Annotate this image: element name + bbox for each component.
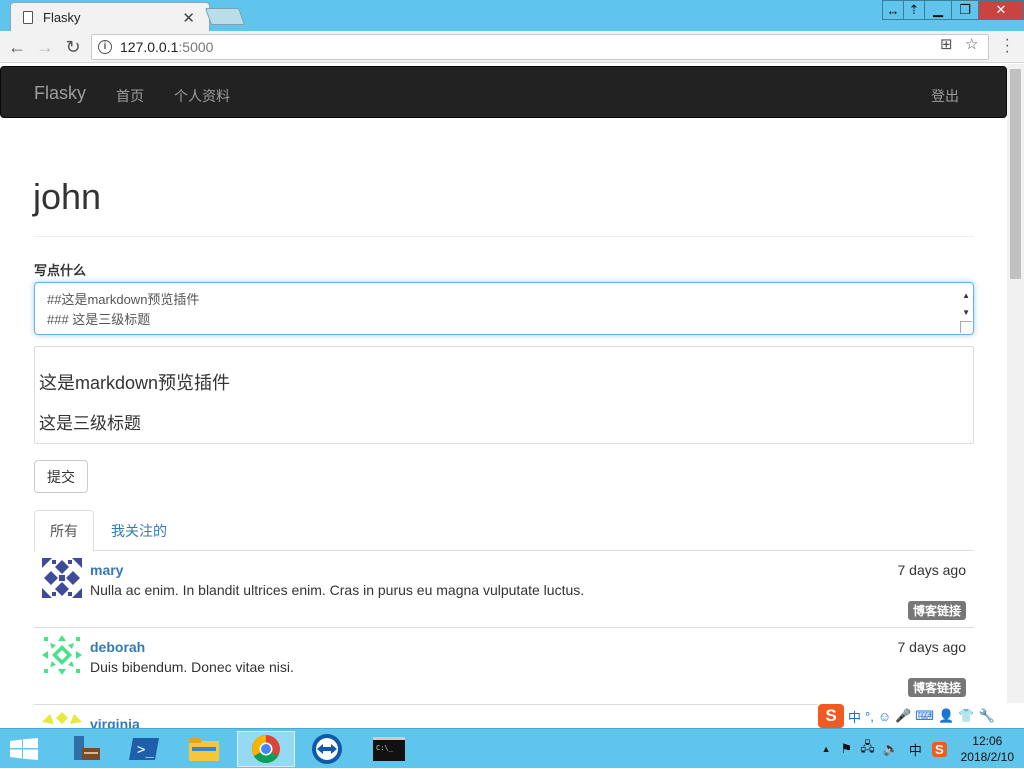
markdown-preview: 这是markdown预览插件 这是三级标题 xyxy=(34,346,974,444)
taskbar-powershell[interactable]: >_ xyxy=(115,731,173,767)
post-author[interactable]: virginia xyxy=(90,716,140,728)
volume-icon[interactable]: 🔈 xyxy=(883,741,899,757)
skin-shirt-icon[interactable]: 👕 xyxy=(958,708,974,724)
minimize-button[interactable]: ▁ xyxy=(924,0,952,20)
avatar[interactable] xyxy=(42,635,82,675)
nav-link-home[interactable]: 首页 xyxy=(116,86,144,106)
teamviewer-icon xyxy=(312,734,342,764)
preview-heading-2: 这是markdown预览插件 xyxy=(39,373,231,393)
tab-all[interactable]: 所有 xyxy=(34,510,94,552)
emoji-icon[interactable]: ☺ xyxy=(878,709,891,724)
pin-icon[interactable]: ⇡ xyxy=(903,0,925,20)
preview-heading-3: 这是三级标题 xyxy=(39,414,141,433)
page-viewport: Flasky 首页 个人资料 登出 john 写点什么 ##这是markdown… xyxy=(0,64,1007,728)
microphone-icon[interactable]: 🎤 xyxy=(895,708,911,724)
close-tab-icon[interactable]: ✕ xyxy=(182,9,195,27)
close-window-button[interactable]: ✕ xyxy=(978,0,1024,20)
site-navbar: Flasky 首页 个人资料 登出 xyxy=(0,66,1007,118)
page-scrollbar[interactable] xyxy=(1007,64,1024,728)
nav-link-logout[interactable]: 登出 xyxy=(931,86,959,106)
post-item: deborah 7 days ago Duis bibendum. Donec … xyxy=(34,628,974,705)
nav-link-profile[interactable]: 个人资料 xyxy=(174,86,230,106)
ime-punct-toggle[interactable]: °, xyxy=(865,709,874,724)
textarea-line-1: ##这是markdown预览插件 xyxy=(47,292,200,307)
submit-button[interactable]: 提交 xyxy=(34,460,88,493)
sogou-logo-icon[interactable]: S xyxy=(818,704,844,728)
taskbar-clock[interactable]: 12:06 2018/2/10 xyxy=(961,733,1014,765)
post-date: 7 days ago xyxy=(897,639,967,655)
post-author[interactable]: mary xyxy=(90,562,123,578)
scroll-down-icon[interactable]: ▼ xyxy=(962,303,970,323)
folder-icon xyxy=(189,738,219,761)
navbar-brand[interactable]: Flasky xyxy=(34,83,86,104)
chrome-icon xyxy=(252,735,280,763)
windows-taskbar: >_ C:\_ ▲ ⚑ 🖧 🔈 中 S 12:06 2018/2/10 xyxy=(0,728,1024,768)
resize-handle-icon[interactable] xyxy=(960,321,972,333)
system-tray: ▲ ⚑ 🖧 🔈 中 S 12:06 2018/2/10 xyxy=(822,729,1024,769)
post-date: 7 days ago xyxy=(897,562,967,578)
url-port: :5000 xyxy=(178,39,214,55)
new-tab-button[interactable] xyxy=(204,8,246,25)
window-controls: ↔ ⇡ ▁ ❐ ✕ xyxy=(882,0,1024,20)
ime-mode-toggle[interactable]: 中 xyxy=(848,707,861,726)
translate-icon[interactable]: ⊞ xyxy=(940,35,953,53)
tray-ime-indicator[interactable]: 中 xyxy=(909,740,922,759)
post-form-label: 写点什么 xyxy=(34,263,87,278)
taskbar-chrome[interactable] xyxy=(237,731,295,767)
page-icon xyxy=(23,10,33,24)
avatar[interactable] xyxy=(42,558,82,598)
url-host: 127.0.0.1 xyxy=(120,39,179,55)
browser-tab-flasky[interactable]: Flasky ✕ xyxy=(10,2,210,31)
reload-icon[interactable]: ↻ xyxy=(62,36,84,58)
taskbar-teamviewer[interactable] xyxy=(298,731,356,767)
svg-text:>_: >_ xyxy=(137,742,154,758)
post-body-textarea[interactable]: ##这是markdown预览插件 ### 这是三级标题 ▲ ▼ xyxy=(34,282,974,335)
browser-toolbar: ← → ↻ i 127.0.0.1:5000 ⊞ ☆ · · · xyxy=(0,31,1024,63)
post-item: mary 7 days ago Nulla ac enim. In blandi… xyxy=(34,551,974,628)
powershell-icon: >_ xyxy=(129,738,159,760)
textarea-line-2: ### 这是三级标题 xyxy=(47,312,151,327)
post-body: Nulla ac enim. In blandit ultrices enim.… xyxy=(90,582,585,598)
address-bar[interactable]: i 127.0.0.1:5000 xyxy=(91,34,989,60)
command-prompt-icon: C:\_ xyxy=(373,737,405,761)
taskbar-cmd[interactable]: C:\_ xyxy=(360,731,418,767)
svg-text:C:\_: C:\_ xyxy=(376,744,394,752)
bookmark-star-icon[interactable]: ☆ xyxy=(965,35,978,53)
action-center-flag-icon[interactable]: ⚑ xyxy=(841,741,853,757)
browser-tab-title: Flasky xyxy=(43,9,81,25)
taskbar-server-manager[interactable] xyxy=(56,731,114,767)
post-permalink-badge[interactable]: 博客链接 xyxy=(907,601,966,620)
windows-start-icon[interactable] xyxy=(10,738,38,760)
ime-toolbar: S 中 °, ☺ 🎤 ⌨ 👤 👕 🔧 xyxy=(818,703,1024,729)
browser-menu-icon[interactable]: · · · xyxy=(1005,32,1010,60)
title-divider xyxy=(33,236,974,237)
keyboard-icon[interactable]: ⌨ xyxy=(915,708,934,724)
tab-followed[interactable]: 我关注的 xyxy=(96,510,182,551)
post-body: Duis bibendum. Donec vitae nisi. xyxy=(90,659,294,675)
clock-date: 2018/2/10 xyxy=(960,750,1014,764)
resize-icon[interactable]: ↔ xyxy=(882,0,904,20)
scrollbar-thumb[interactable] xyxy=(1010,69,1021,279)
info-icon[interactable]: i xyxy=(98,40,112,54)
post-filter-tabs: 所有 我关注的 xyxy=(34,510,974,552)
sogou-tray-icon[interactable]: S xyxy=(931,741,947,757)
page-title: john xyxy=(33,176,102,217)
network-icon[interactable]: 🖧 xyxy=(860,738,875,760)
tray-expand-icon[interactable]: ▲ xyxy=(822,744,831,754)
forward-arrow-icon[interactable]: → xyxy=(34,36,56,58)
server-manager-icon xyxy=(74,736,100,760)
post-author[interactable]: deborah xyxy=(90,639,145,655)
back-arrow-icon[interactable]: ← xyxy=(6,36,28,58)
user-icon[interactable]: 👤 xyxy=(938,708,954,724)
avatar[interactable] xyxy=(42,712,82,728)
post-permalink-badge[interactable]: 博客链接 xyxy=(907,678,966,697)
clock-time: 12:06 xyxy=(972,734,1003,748)
taskbar-file-explorer[interactable] xyxy=(175,731,233,767)
browser-titlebar: Flasky ✕ ↔ ⇡ ▁ ❐ ✕ xyxy=(0,0,1024,31)
restore-button[interactable]: ❐ xyxy=(951,0,979,20)
settings-wrench-icon[interactable]: 🔧 xyxy=(978,708,994,724)
